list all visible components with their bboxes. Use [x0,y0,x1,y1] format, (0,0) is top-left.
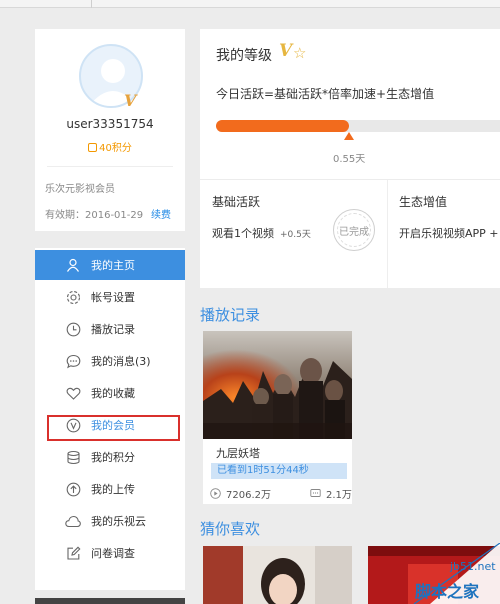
comment-count: 2.1万 [310,486,352,501]
username: user33351754 [66,117,154,131]
membership-expiry: 有效期：2016-01-29 [45,210,144,221]
video-poster[interactable] [203,331,352,439]
points-label: 40积分 [99,143,132,154]
sidebar-item-label: 我的主页 [91,259,135,272]
coins-icon [88,143,98,152]
watched-progress: 已看到1时51分44秒 [211,463,347,479]
basic-activity-desc: 观看1个视频 [212,227,274,240]
level-title: 我的等级 [216,48,272,64]
video-title[interactable]: 九层妖塔 [216,445,260,461]
message-icon [65,353,81,369]
sidebar-footer [35,598,185,604]
sidebar-item-uploads[interactable]: 我的上传 [35,474,185,504]
person-icon [65,257,81,273]
view-count-label: 7206.2万 [226,490,271,501]
level-progress-bar [216,120,500,132]
vip-icon [65,417,81,433]
progress-value: 0.55天 [333,154,366,165]
divider [387,180,388,288]
sidebar-item-home[interactable]: 我的主页 [35,250,185,280]
sidebar-item-membership[interactable]: 我的会员 [35,410,185,440]
profile-card: V user33351754 40积分 乐次元影视会员 有效期：2016-01-… [35,29,185,231]
vip-badge: V [124,91,137,110]
sidebar-item-label: 问卷调查 [91,547,135,560]
section-title-recommendations: 猜你喜欢 [200,520,261,538]
basic-activity-title: 基础活跃 [212,195,261,209]
divider [47,166,173,167]
recommended-video-card[interactable] [203,546,352,604]
renew-link[interactable]: 续费 [151,206,171,221]
sidebar-item-label: 播放记录 [91,323,135,336]
sidebar-item-label: 我的上传 [91,483,135,496]
sidebar-nav: 我的主页 帐号设置 播放记录 我的消息(3) 我的收藏 我的会员 我的积分 我的… [35,248,185,590]
recommended-video-poster[interactable] [203,546,352,604]
clock-icon [65,321,81,337]
progress-marker-icon [344,132,354,140]
sidebar-item-label: 我的乐视云 [91,515,146,528]
browser-tab-strip [0,0,500,8]
comment-icon [310,489,321,497]
eco-bonus-desc: 开启乐视视频APP + [399,227,499,240]
comment-count-label: 2.1万 [326,490,352,501]
sidebar-item-label: 我的积分 [91,451,135,464]
level-badge: V [279,41,293,61]
star-icon: ☆ [293,44,307,62]
level-progress-fill [216,120,349,132]
activity-panel: 基础活跃 观看1个视频 +0.5天 已完成 生态增值 开启乐视视频APP + [200,180,500,288]
heart-icon [65,385,81,401]
gear-icon [65,289,81,305]
sidebar-item-messages[interactable]: 我的消息(3) [35,346,185,376]
eco-bonus-title: 生态增值 [399,195,448,209]
sidebar-item-cloud[interactable]: 我的乐视云 [35,506,185,536]
history-video-card[interactable]: 九层妖塔 已看到1时51分44秒 7206.2万 2.1万 [203,331,352,504]
member-type: 乐次元影视会员 [45,184,115,195]
sidebar-item-label: 我的收藏 [91,387,135,400]
coins-icon [65,449,81,465]
section-title-play-history: 播放记录 [200,306,261,324]
play-icon [210,488,221,499]
edit-icon [65,545,81,561]
sidebar-item-account-settings[interactable]: 帐号设置 [35,282,185,312]
cloud-icon [65,513,81,529]
points-badge[interactable]: 40积分 [35,139,185,154]
sidebar-item-label: 我的会员 [91,419,135,432]
level-panel: 我的等级 V ☆ 今日活跃=基础活跃*倍率加速+生态增值 0.55天 [200,29,500,179]
activity-formula: 今日活跃=基础活跃*倍率加速+生态增值 [216,87,435,101]
watermark-title: 脚本之家 [415,582,480,601]
sidebar-item-label: 帐号设置 [91,291,135,304]
upload-icon [65,481,81,497]
sidebar-item-favorites[interactable]: 我的收藏 [35,378,185,408]
sidebar-item-points[interactable]: 我的积分 [35,442,185,472]
browser-tab[interactable] [0,0,92,8]
sidebar-item-play-history[interactable]: 播放记录 [35,314,185,344]
sidebar-item-label: 我的消息(3) [91,355,151,368]
sidebar-item-survey[interactable]: 问卷调查 [35,538,185,568]
basic-activity-bonus: +0.5天 [280,230,311,240]
completed-stamp-label: 已完成 [339,226,369,238]
watermark-domain: jb51.net [450,560,496,573]
completed-stamp: 已完成 [333,209,375,251]
view-count: 7206.2万 [210,486,271,501]
